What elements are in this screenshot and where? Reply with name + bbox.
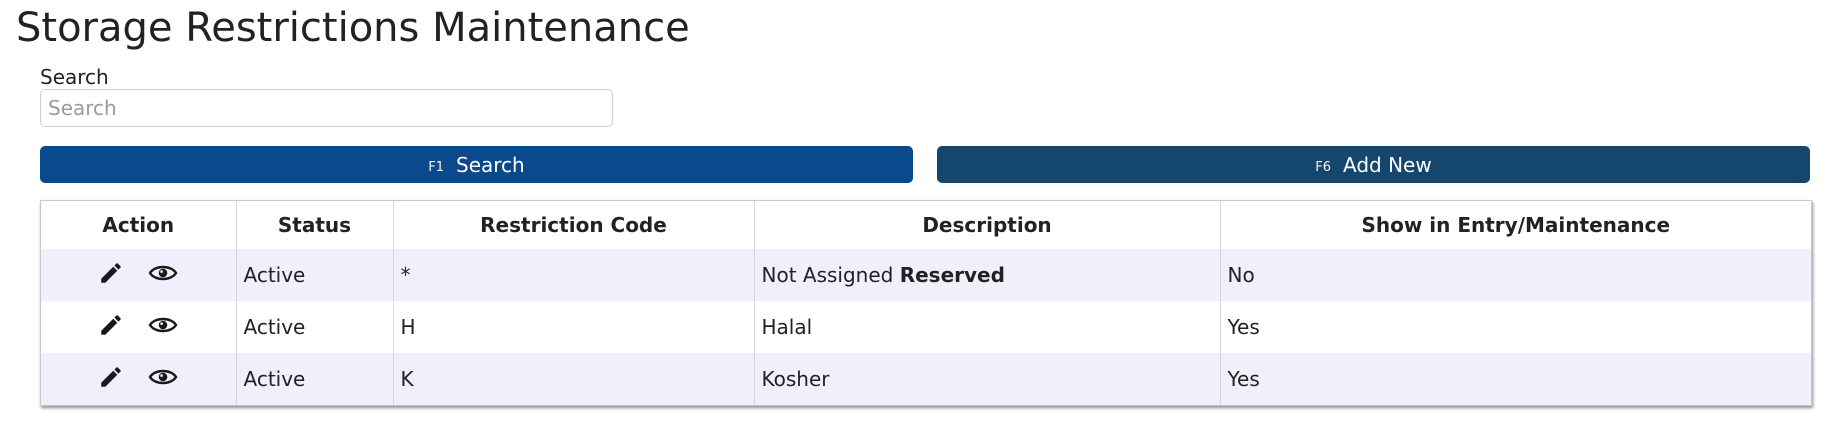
eye-icon[interactable] bbox=[148, 364, 178, 395]
status-cell: Active bbox=[235, 249, 393, 301]
eye-icon[interactable] bbox=[148, 312, 178, 343]
table-row: Active K Kosher Yes bbox=[41, 353, 1811, 405]
status-cell: Active bbox=[235, 301, 393, 353]
description-text: Not Assigned bbox=[761, 263, 894, 287]
column-header-status[interactable]: Status bbox=[235, 201, 393, 249]
add-new-button-shortcut: F6 bbox=[1315, 159, 1332, 175]
description-cell: Halal bbox=[753, 301, 1220, 353]
action-cell bbox=[41, 353, 236, 405]
table-row: Active * Not Assigned Reserved No bbox=[41, 249, 1811, 301]
search-input[interactable] bbox=[40, 89, 613, 127]
search-button-shortcut: F1 bbox=[428, 159, 445, 175]
add-new-button[interactable]: F6 Add New bbox=[937, 146, 1810, 183]
show-in-entry-cell: Yes bbox=[1219, 353, 1811, 405]
column-header-description[interactable]: Description bbox=[753, 201, 1220, 249]
restriction-code-cell: K bbox=[392, 353, 754, 405]
show-in-entry-cell: Yes bbox=[1219, 301, 1811, 353]
eye-icon[interactable] bbox=[148, 260, 178, 291]
pencil-icon[interactable] bbox=[98, 312, 124, 343]
description-reserved-tag: Reserved bbox=[899, 263, 1005, 287]
add-new-button-label: Add New bbox=[1343, 152, 1432, 177]
pencil-icon[interactable] bbox=[98, 260, 124, 291]
search-button-label: Search bbox=[456, 152, 525, 177]
search-button[interactable]: F1 Search bbox=[40, 146, 913, 183]
column-header-action[interactable]: Action bbox=[41, 201, 236, 249]
column-header-show-in-entry-maintenance[interactable]: Show in Entry/Maintenance bbox=[1219, 201, 1811, 249]
description-cell: Kosher bbox=[753, 353, 1220, 405]
show-in-entry-cell: No bbox=[1219, 249, 1811, 301]
action-cell bbox=[41, 301, 236, 353]
table-header-row: Action Status Restriction Code Descripti… bbox=[41, 201, 1811, 249]
description-cell: Not Assigned Reserved bbox=[753, 249, 1220, 301]
restrictions-table: Action Status Restriction Code Descripti… bbox=[40, 200, 1812, 406]
pencil-icon[interactable] bbox=[98, 364, 124, 395]
status-cell: Active bbox=[235, 353, 393, 405]
page-title: Storage Restrictions Maintenance bbox=[16, 5, 690, 51]
restriction-code-cell: * bbox=[392, 249, 754, 301]
column-header-restriction-code[interactable]: Restriction Code bbox=[392, 201, 754, 249]
search-label: Search bbox=[40, 65, 109, 89]
restriction-code-cell: H bbox=[392, 301, 754, 353]
table-row: Active H Halal Yes bbox=[41, 301, 1811, 353]
description-text: Kosher bbox=[761, 367, 830, 391]
description-text: Halal bbox=[761, 315, 813, 339]
action-cell bbox=[41, 249, 236, 301]
